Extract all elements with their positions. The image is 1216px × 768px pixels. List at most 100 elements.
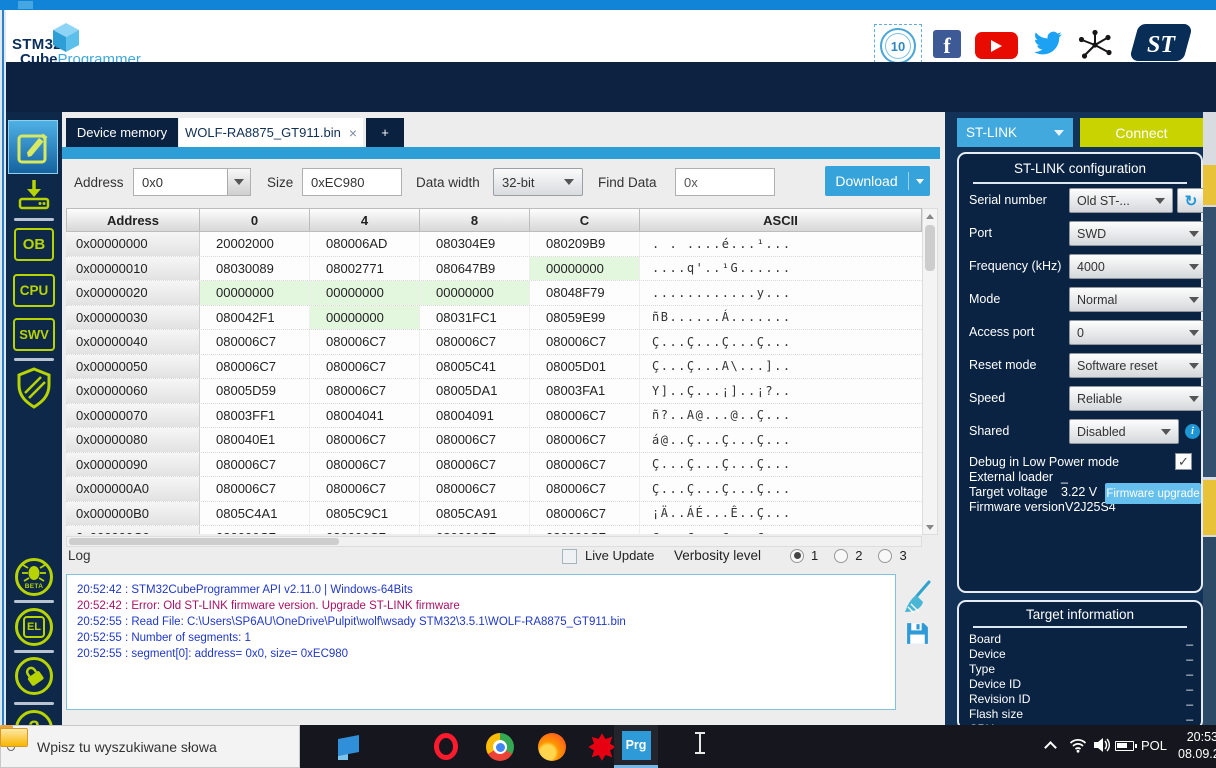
hex-value-cell[interactable]: 080304E9 — [420, 232, 530, 256]
hex-value-cell[interactable]: 08048F79 — [530, 281, 640, 305]
tab-close-icon[interactable]: × — [349, 125, 357, 141]
sidebar-item-external-loaders[interactable]: EL — [12, 608, 56, 646]
file-explorer-icon[interactable] — [0, 725, 28, 747]
sidebar-item-cpu[interactable]: CPU — [12, 273, 56, 307]
radio-icon[interactable] — [790, 549, 804, 563]
save-log-floppy-icon[interactable] — [904, 620, 931, 652]
hex-value-cell[interactable]: 08005DA1 — [420, 379, 530, 403]
hex-value-cell[interactable]: 08003FF1 — [200, 404, 310, 428]
hex-value-cell[interactable]: 080006C7 — [420, 428, 530, 452]
sidebar-item-erasing-programming[interactable] — [12, 177, 56, 211]
hex-value-cell[interactable]: 00000000 — [200, 281, 310, 305]
config-dropdown[interactable]: Disabled — [1069, 419, 1179, 444]
radio-icon[interactable] — [834, 549, 848, 563]
hex-value-cell[interactable]: 080209B9 — [530, 232, 640, 256]
sidebar-item-debug-beta[interactable]: BETA — [12, 558, 56, 596]
hex-value-cell[interactable]: 08002771 — [310, 257, 420, 281]
hex-value-cell[interactable]: 080006C7 — [200, 355, 310, 379]
scrollbar-thumb[interactable] — [69, 538, 339, 545]
clear-log-broom-icon[interactable] — [903, 580, 931, 619]
hex-value-cell[interactable]: 080006C7 — [310, 355, 420, 379]
hex-value-cell[interactable]: 080006C7 — [310, 477, 420, 501]
hex-value-cell[interactable]: 080006C7 — [310, 379, 420, 403]
hex-value-cell[interactable]: 00000000 — [420, 281, 530, 305]
hex-value-cell[interactable]: 080006C7 — [530, 477, 640, 501]
config-dropdown[interactable]: Software reset — [1069, 353, 1207, 378]
refresh-serial-button[interactable]: ↻ — [1177, 188, 1205, 213]
size-input[interactable]: 0xEC980 — [302, 168, 402, 196]
probe-selector-dropdown[interactable]: ST-LINK — [957, 118, 1073, 147]
hex-value-cell[interactable]: 080006C7 — [310, 428, 420, 452]
network-nodes-icon[interactable] — [1077, 29, 1113, 66]
youtube-icon[interactable] — [975, 32, 1018, 59]
header-ascii[interactable]: ASCII — [640, 208, 922, 232]
tray-language[interactable]: POL — [1141, 738, 1167, 753]
horizontal-scrollbar[interactable] — [66, 536, 922, 547]
firefox-icon[interactable] — [538, 733, 566, 761]
battery-icon[interactable] — [1115, 741, 1134, 751]
hex-value-cell[interactable]: 08004091 — [420, 404, 530, 428]
taskbar-app-icon-blue[interactable] — [334, 733, 362, 761]
hex-value-cell[interactable]: 080040E1 — [200, 428, 310, 452]
tray-clock[interactable]: 20:53 08.09.20 — [1178, 729, 1216, 763]
download-button[interactable]: Download — [825, 166, 930, 196]
hex-value-cell[interactable]: 080006AD — [310, 232, 420, 256]
config-dropdown[interactable]: Reliable — [1069, 386, 1207, 411]
hex-value-cell[interactable]: 080006C7 — [530, 404, 640, 428]
firmware-upgrade-button[interactable]: Firmware upgrade — [1105, 483, 1201, 504]
speaker-icon[interactable] — [1093, 737, 1111, 758]
wifi-icon[interactable] — [1069, 737, 1087, 758]
hex-value-cell[interactable]: 080006C7 — [200, 477, 310, 501]
hex-value-cell[interactable]: 080006C7 — [530, 453, 640, 477]
find-data-input[interactable]: 0x — [675, 168, 775, 196]
facebook-icon[interactable]: f — [933, 30, 961, 58]
hex-value-cell[interactable]: 080006C7 — [530, 330, 640, 354]
hex-value-cell[interactable]: 20002000 — [200, 232, 310, 256]
verbosity-option[interactable]: 2 — [834, 548, 862, 563]
hex-value-cell[interactable]: 08003FA1 — [530, 379, 640, 403]
config-dropdown[interactable]: SWD — [1069, 221, 1207, 246]
verbosity-option[interactable]: 1 — [790, 548, 818, 563]
config-dropdown[interactable]: 0 — [1069, 320, 1207, 345]
info-icon[interactable]: i — [1185, 424, 1200, 439]
hex-value-cell[interactable]: 080006C7 — [420, 477, 530, 501]
sidebar-item-rdp-lock[interactable] — [12, 657, 56, 695]
hex-value-cell[interactable]: 08005D59 — [200, 379, 310, 403]
hex-value-cell[interactable]: 080006C7 — [310, 526, 420, 534]
hex-value-cell[interactable]: 080006C7 — [420, 526, 530, 534]
tab-device-memory[interactable]: Device memory — [66, 118, 178, 147]
hex-value-cell[interactable]: 080006C7 — [420, 330, 530, 354]
hex-value-cell[interactable]: 08005C41 — [420, 355, 530, 379]
live-update-checkbox[interactable] — [562, 549, 577, 564]
taskbar-item-cubeprogrammer[interactable]: Prg — [614, 725, 658, 768]
hex-value-cell[interactable]: 00000000 — [530, 257, 640, 281]
hex-value-cell[interactable]: 080042F1 — [200, 306, 310, 330]
data-width-dropdown[interactable]: 32-bit — [493, 168, 583, 196]
sidebar-item-option-bytes[interactable]: OB — [12, 227, 56, 261]
header-4[interactable]: 4 — [310, 208, 420, 232]
config-dropdown[interactable]: Normal — [1069, 287, 1207, 312]
hex-value-cell[interactable]: 080647B9 — [420, 257, 530, 281]
hex-value-cell[interactable]: 08030089 — [200, 257, 310, 281]
twitter-icon[interactable] — [1033, 30, 1063, 62]
tray-chevron-up-icon[interactable] — [1044, 741, 1057, 754]
hex-value-cell[interactable]: 080006C7 — [530, 502, 640, 526]
hex-value-cell[interactable]: 080006C7 — [200, 453, 310, 477]
hex-value-cell[interactable]: 080006C7 — [310, 330, 420, 354]
tab-add[interactable]: + — [366, 118, 404, 147]
connect-button[interactable]: Connect — [1080, 118, 1203, 147]
hex-value-cell[interactable]: 080006C7 — [420, 453, 530, 477]
scroll-down-arrow[interactable] — [924, 520, 936, 534]
hex-value-cell[interactable]: 08059E99 — [530, 306, 640, 330]
hex-value-cell[interactable]: 08005D01 — [530, 355, 640, 379]
hex-value-cell[interactable]: 08031FC1 — [420, 306, 530, 330]
sidebar-item-memory-file-editing[interactable] — [8, 120, 58, 174]
hex-value-cell[interactable]: 0805C4A1 — [200, 502, 310, 526]
taskbar-search-box[interactable]: Wpisz tu wyszukiwane słowa — [0, 725, 300, 768]
sidebar-item-swv[interactable]: SWV — [12, 317, 56, 351]
header-8[interactable]: 8 — [420, 208, 530, 232]
chrome-icon[interactable] — [486, 733, 514, 761]
hex-value-cell[interactable]: 0805CA91 — [420, 502, 530, 526]
hex-value-cell[interactable]: 0805C9C1 — [310, 502, 420, 526]
address-combo[interactable]: 0x0 — [133, 168, 251, 196]
